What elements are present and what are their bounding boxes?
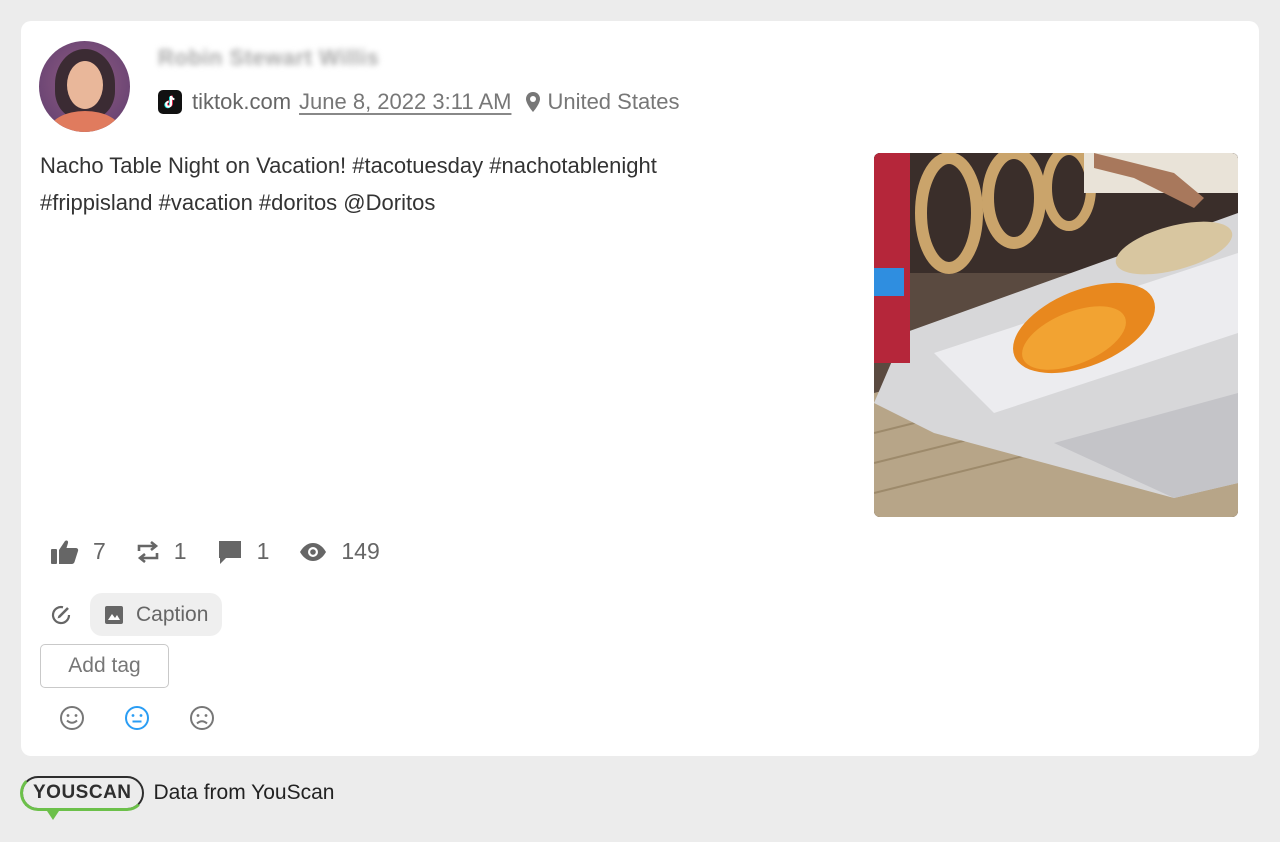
post-text: Nacho Table Night on Vacation! #tacotues…	[40, 147, 840, 221]
post-meta: tiktok.com June 8, 2022 3:11 AM United S…	[158, 87, 680, 117]
reposts-stat: 1	[136, 538, 187, 565]
frown-icon[interactable]	[189, 705, 215, 731]
location-label: United States	[547, 89, 680, 114]
add-tag-button[interactable]: Add tag	[40, 644, 169, 688]
post-stats: 7 1 1 149	[51, 538, 410, 565]
author-name[interactable]: Robin Stewart Willis	[158, 45, 379, 71]
location-pin-icon	[525, 91, 541, 113]
image-icon	[105, 605, 123, 624]
footer-text: Data from YouScan	[153, 781, 335, 804]
neutral-face-icon[interactable]	[124, 705, 150, 731]
footer: YOUSCAN Data from YouScan	[20, 775, 335, 820]
avatar[interactable]	[39, 41, 130, 132]
youscan-logo: YOUSCAN	[20, 775, 145, 820]
post-card: Robin Stewart Willis tiktok.com June 8, …	[21, 21, 1259, 756]
smile-icon[interactable]	[59, 705, 85, 731]
thumbs-up-icon	[51, 539, 79, 564]
repost-icon	[137, 540, 159, 563]
comments-count: 1	[256, 538, 270, 564]
likes-stat: 7	[51, 538, 106, 565]
post-tools: Caption	[40, 593, 223, 636]
post-date-link[interactable]: June 8, 2022 3:11 AM	[299, 89, 511, 115]
edit-button[interactable]	[40, 594, 82, 636]
eye-icon	[300, 542, 327, 561]
views-count: 149	[341, 538, 380, 564]
caption-label: Caption	[136, 602, 209, 626]
comments-stat: 1	[217, 538, 270, 565]
post-text-line: #frippisland #vacation #doritos @Doritos	[40, 190, 436, 215]
views-stat: 149	[299, 538, 380, 565]
edit-circle-icon	[51, 605, 71, 624]
post-text-line: Nacho Table Night on Vacation! #tacotues…	[40, 153, 657, 178]
caption-button[interactable]: Caption	[90, 593, 223, 636]
sentiment-selector	[59, 705, 254, 731]
post-media-thumbnail[interactable]	[874, 153, 1238, 517]
reposts-count: 1	[173, 538, 187, 564]
comment-icon	[218, 540, 241, 564]
tiktok-icon	[158, 90, 182, 114]
likes-count: 7	[93, 538, 106, 564]
source-link[interactable]: tiktok.com	[192, 89, 291, 115]
